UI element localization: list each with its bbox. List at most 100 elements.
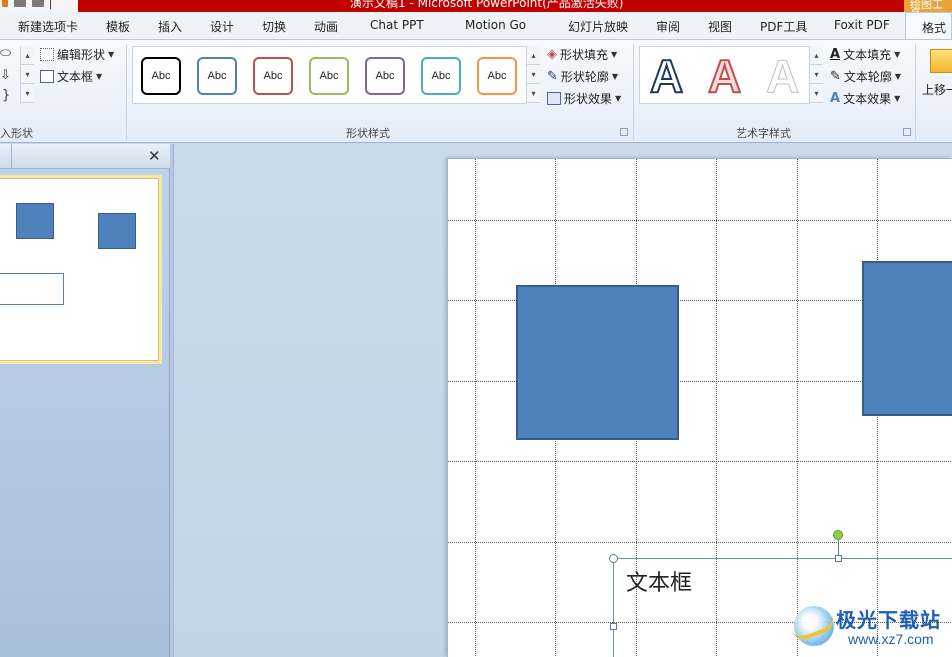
wordart-preset-3[interactable]: A (765, 51, 799, 102)
slide-canvas[interactable]: 文本框 (447, 158, 952, 657)
blue-square-shape-2[interactable] (862, 261, 952, 416)
pen-icon: ✎ (547, 69, 558, 84)
shape-styles-group-label: 形状样式 (346, 127, 390, 140)
gridline (448, 542, 952, 543)
shape-fill-label: 形状填充 (560, 48, 609, 62)
panel-splitter[interactable] (170, 144, 174, 657)
print-preview-icon[interactable] (32, 0, 44, 7)
scroll-up-icon[interactable]: ▴ (810, 46, 823, 65)
group-divider (915, 44, 916, 140)
bring-forward-label: 上移一 (922, 83, 952, 97)
edit-shape-label: 编辑形状 (57, 48, 106, 62)
rotation-handle[interactable] (833, 530, 843, 540)
shapes-gallery-scroll[interactable]: ▴ ▾ ▾ (20, 46, 34, 104)
text-box-icon (40, 70, 54, 83)
dialog-launcher-icon[interactable] (903, 128, 911, 136)
tab-motion-go[interactable]: Motion Go (465, 18, 526, 32)
tab-foxit-pdf[interactable]: Foxit PDF (834, 18, 890, 32)
window-title: 演示文稿1 - Microsoft PowerPoint(产品激活失败) (350, 0, 624, 10)
tab-template[interactable]: 模板 (106, 18, 130, 35)
watermark-name: 极光下载站 (836, 608, 941, 632)
tab-view[interactable]: 视图 (708, 18, 732, 35)
undo-icon[interactable] (2, 0, 8, 7)
more-icon[interactable]: ▾ (21, 84, 34, 103)
tab-review[interactable]: 审阅 (656, 18, 680, 35)
watermark: 极光下载站 www.xz7.com (790, 600, 952, 657)
shape-outline-label: 形状轮廓 (560, 70, 609, 84)
tab-format[interactable]: 格式 (905, 12, 952, 40)
tab-slideshow[interactable]: 幻灯片放映 (568, 18, 628, 35)
brace-shape-icon[interactable]: } (2, 88, 10, 103)
slide-thumbnail[interactable] (0, 175, 162, 364)
blue-square-shape-1[interactable] (516, 285, 679, 440)
slide-thumbnail-canvas (0, 178, 159, 361)
tab-chat-ppt[interactable]: Chat PPT (370, 18, 424, 32)
shape-effects-icon (547, 92, 561, 105)
tab-animations[interactable]: 动画 (314, 18, 338, 35)
customize-qat-icon[interactable] (50, 0, 51, 9)
bring-forward-button[interactable]: 上移一 (922, 45, 952, 125)
scroll-up-icon[interactable]: ▴ (527, 46, 540, 65)
edit-shape-icon (40, 48, 54, 61)
shape-effects-label: 形状效果 (564, 92, 613, 106)
scroll-down-icon[interactable]: ▾ (21, 65, 34, 84)
resize-handle-top-left[interactable] (609, 554, 618, 563)
shape-styles-scroll[interactable]: ▴ ▾ ▾ (526, 46, 540, 104)
shape-style-preset-3[interactable]: Abc (253, 57, 293, 95)
resize-handle-top[interactable] (835, 555, 842, 562)
chevron-down-icon: ▼ (96, 72, 103, 81)
shape-outline-button[interactable]: ✎ 形状轮廓 ▼ (547, 68, 618, 85)
shape-fill-button[interactable]: ◈ 形状填充 ▼ (547, 46, 617, 63)
chevron-down-icon: ▼ (611, 50, 618, 59)
oval-shape-icon[interactable]: ⬭ (0, 46, 11, 61)
chevron-down-icon: ▼ (108, 50, 115, 59)
wordart-preset-2[interactable]: A (707, 50, 742, 102)
shape-style-preset-4[interactable]: Abc (309, 57, 349, 95)
tab-insert[interactable]: 插入 (158, 18, 182, 35)
scroll-up-icon[interactable]: ▴ (21, 46, 34, 65)
text-outline-button[interactable]: ✎ 文本轮廓 ▼ (830, 68, 901, 85)
scroll-down-icon[interactable]: ▾ (527, 65, 540, 84)
shape-style-preset-5[interactable]: Abc (365, 57, 405, 95)
chevron-down-icon: ▼ (894, 50, 901, 59)
group-divider (633, 44, 634, 140)
gridline (475, 159, 476, 657)
wordart-preset-1[interactable]: A (649, 50, 684, 102)
text-fill-button[interactable]: A 文本填充 ▼ (830, 46, 900, 63)
ribbon: ⬭ ⇩ } ▴ ▾ ▾ 编辑形状 ▼ 文本框 ▼ 入形状 Abc Abc Abc… (0, 39, 952, 143)
text-box-content[interactable]: 文本框 (626, 565, 692, 597)
arrow-down-shape-icon[interactable]: ⇩ (0, 68, 11, 83)
text-box-button[interactable]: 文本框 ▼ (40, 68, 102, 85)
wordart-scroll[interactable]: ▴ ▾ ▾ (809, 46, 823, 104)
shape-style-preset-6[interactable]: Abc (421, 57, 461, 95)
print-icon[interactable] (14, 0, 26, 7)
shape-effects-button[interactable]: 形状效果 ▼ (547, 90, 621, 107)
tab-new-tab[interactable]: 新建选项卡 (18, 18, 78, 35)
text-effects-icon: A (830, 91, 841, 106)
resize-handle-left[interactable] (610, 623, 617, 630)
text-effects-label: 文本效果 (843, 92, 892, 106)
text-fill-icon: A (830, 47, 841, 62)
text-effects-button[interactable]: A 文本效果 ▼ (830, 90, 900, 107)
tab-transitions[interactable]: 切换 (262, 18, 286, 35)
shape-style-preset-1[interactable]: Abc (141, 57, 181, 95)
tab-pdf-tools[interactable]: PDF工具 (760, 18, 807, 35)
close-icon[interactable]: ✕ (148, 147, 161, 165)
scroll-down-icon[interactable]: ▾ (810, 65, 823, 84)
thumbnail-square-2 (98, 213, 136, 249)
edit-shape-button[interactable]: 编辑形状 ▼ (40, 46, 114, 63)
powerpoint-window: 演示文稿1 - Microsoft PowerPoint(产品激活失败) 绘图工… (0, 0, 952, 657)
shape-styles-gallery: Abc Abc Abc Abc Abc Abc Abc (132, 46, 540, 104)
more-icon[interactable]: ▾ (810, 84, 823, 103)
paint-bucket-icon: ◈ (547, 47, 557, 62)
dialog-launcher-icon[interactable] (620, 128, 628, 136)
more-icon[interactable]: ▾ (527, 84, 540, 103)
thumbnail-text-box (0, 273, 64, 305)
tab-design[interactable]: 设计 (210, 18, 234, 35)
wordart-styles-group-label: 艺术字样式 (736, 127, 791, 140)
pen-icon: ✎ (830, 69, 841, 84)
shape-style-preset-7[interactable]: Abc (477, 57, 517, 95)
shape-style-preset-2[interactable]: Abc (197, 57, 237, 95)
thumbnail-square-1 (16, 203, 54, 239)
slides-panel-tab[interactable] (0, 144, 12, 169)
